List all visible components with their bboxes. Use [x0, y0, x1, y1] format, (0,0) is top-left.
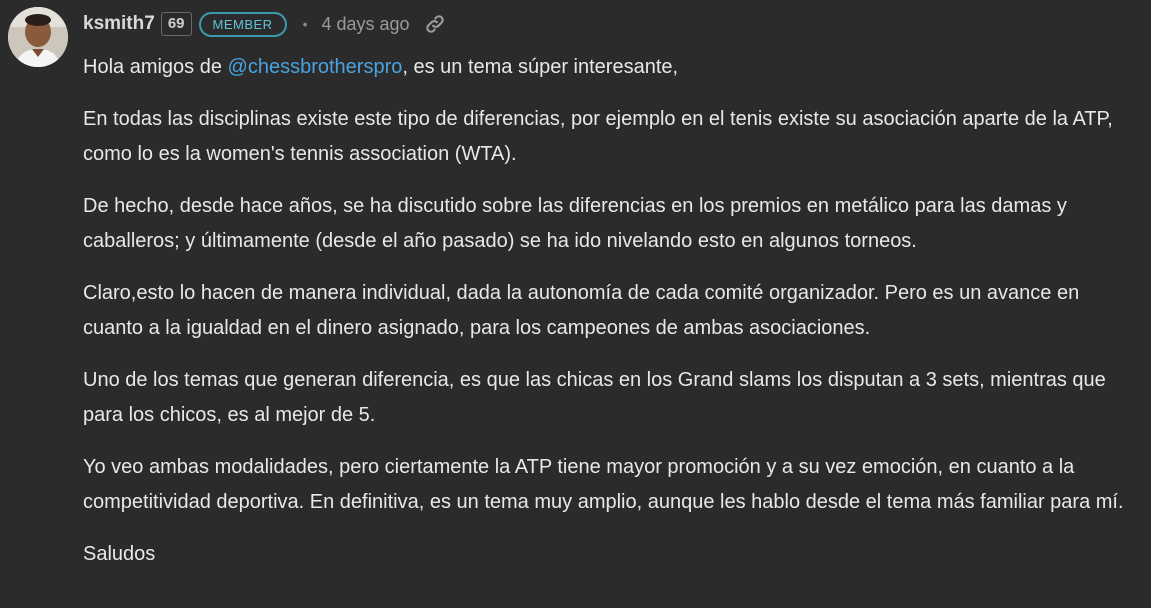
reputation-score: 69: [160, 12, 192, 36]
user-mention-link[interactable]: @chessbrotherspro: [228, 56, 403, 78]
paragraph: Uno de los temas que generan diferencia,…: [83, 369, 1106, 426]
paragraph: Hola amigos de @chessbrotherspro, es un …: [83, 50, 1143, 85]
comment-body: Hola amigos de @chessbrotherspro, es un …: [83, 50, 1143, 589]
paragraph: En todas las disciplinas existe este tip…: [83, 108, 1113, 165]
link-icon[interactable]: [424, 13, 446, 35]
user-avatar[interactable]: [8, 7, 68, 67]
paragraph: Claro,esto lo hacen de manera individual…: [83, 282, 1080, 339]
separator-dot: •: [302, 16, 308, 32]
avatar-photo-icon: [8, 7, 68, 67]
greeting-text: Hola amigos de: [83, 56, 228, 78]
comment-header: ksmith7 69 MEMBER • 4 days ago: [83, 10, 446, 38]
paragraph: De hecho, desde hace años, se ha discuti…: [83, 195, 1067, 252]
username-link[interactable]: ksmith7: [83, 13, 155, 35]
post-timestamp[interactable]: 4 days ago: [321, 14, 409, 35]
comment: ksmith7 69 MEMBER • 4 days ago Hola amig…: [0, 0, 1151, 608]
signoff: Saludos: [83, 543, 156, 565]
greeting-text-end: , es un tema súper interesante,: [402, 56, 679, 78]
paragraph: Yo veo ambas modalidades, pero ciertamen…: [83, 456, 1124, 513]
member-badge: MEMBER: [198, 11, 287, 37]
